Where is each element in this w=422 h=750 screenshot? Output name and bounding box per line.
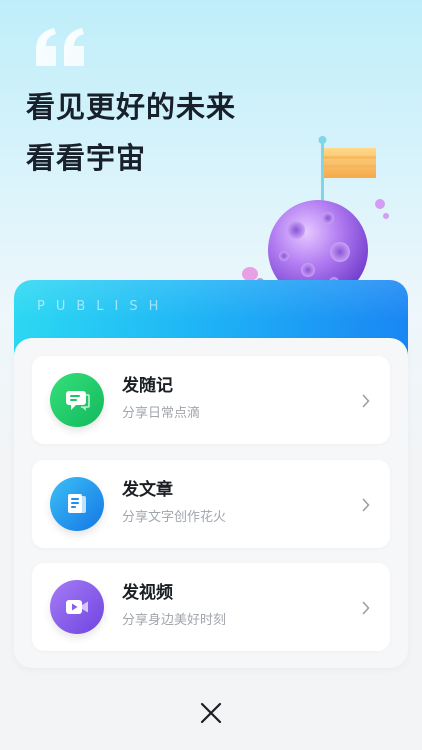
post-article-button[interactable]: 发文章 分享文字创作花火 [32, 460, 390, 548]
headline-line-1: 看见更好的未来 [26, 90, 237, 124]
chevron-right-icon [362, 497, 370, 512]
chevron-right-icon [362, 393, 370, 408]
post-note-title: 发随记 [122, 376, 173, 396]
close-button[interactable] [196, 698, 226, 728]
post-video-title: 发视频 [122, 583, 173, 603]
post-article-subtitle: 分享文字创作花火 [122, 510, 227, 525]
post-note-button[interactable]: 发随记 分享日常点滴 [32, 356, 390, 444]
publish-label: PUBLISH [37, 299, 170, 314]
quote-icon [34, 26, 90, 70]
post-article-title: 发文章 [122, 480, 173, 500]
post-video-subtitle: 分享身边美好时刻 [122, 613, 227, 628]
headline-line-2: 看看宇宙 [26, 141, 147, 175]
close-icon [200, 702, 222, 724]
video-camera-icon [50, 580, 104, 634]
post-video-button[interactable]: 发视频 分享身边美好时刻 [32, 563, 390, 651]
document-icon [50, 477, 104, 531]
chevron-right-icon [362, 600, 370, 615]
chat-bubble-icon [50, 373, 104, 427]
post-note-subtitle: 分享日常点滴 [122, 406, 201, 421]
